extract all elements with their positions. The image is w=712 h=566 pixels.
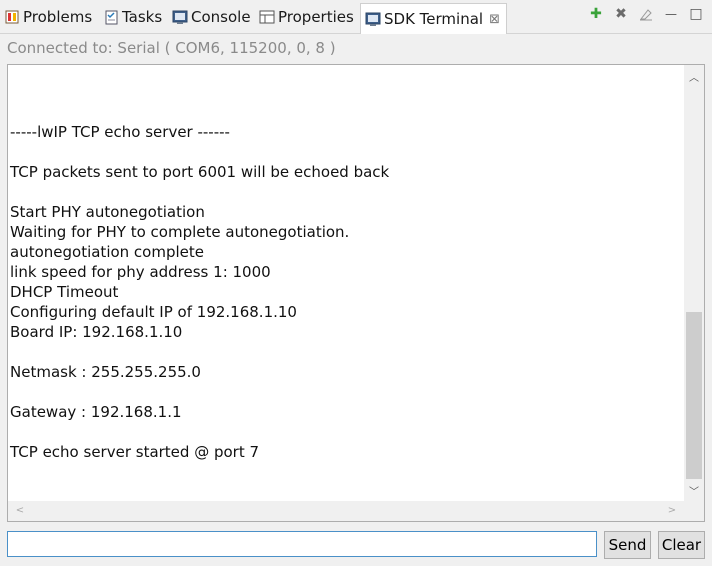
scroll-up-icon[interactable]: ︿ [684, 69, 704, 84]
terminal-line: Waiting for PHY to complete autonegotiat… [10, 223, 350, 241]
terminal-line: autonegotiation complete [10, 243, 204, 261]
terminal-line: Configuring default IP of 192.168.1.10 [10, 303, 297, 321]
maximize-icon[interactable]: □ [688, 6, 704, 22]
terminal-line: TCP echo server started @ port 7 [10, 443, 260, 461]
view-tab-bar: Problems Tasks Console Properties SDK Te… [0, 0, 712, 34]
scrollbar-corner [684, 501, 704, 521]
close-tab-icon[interactable]: ⊠ [489, 12, 500, 27]
command-input[interactable] [7, 531, 597, 557]
scroll-right-icon[interactable]: > [662, 505, 682, 516]
terminal-line: Board IP: 192.168.1.10 [10, 323, 183, 341]
tab-sdk-terminal[interactable]: SDK Terminal ⊠ [360, 3, 507, 34]
terminal-line: Netmask : 255.255.255.0 [10, 363, 201, 381]
clear-button[interactable]: Clear [658, 531, 705, 559]
terminal-line: -----lwIP TCP echo server ------ [10, 123, 230, 141]
view-toolbar: ✚ ✖ — □ [588, 6, 704, 22]
minimize-icon[interactable]: — [663, 6, 679, 22]
horizontal-scrollbar[interactable]: < > [8, 501, 684, 521]
terminal-output-panel: -----lwIP TCP echo server ------ TCP pack… [7, 64, 705, 522]
tab-label: Problems [23, 8, 93, 26]
scrollbar-thumb[interactable] [686, 312, 702, 479]
clear-terminal-icon[interactable] [638, 6, 654, 22]
connection-status: Connected to: Serial ( COM6, 115200, 0, … [7, 39, 336, 57]
problems-icon [4, 9, 20, 25]
terminal-line: Start PHY autonegotiation [10, 203, 205, 221]
tasks-icon [103, 9, 119, 25]
scroll-down-icon[interactable]: ﹀ [684, 483, 704, 498]
terminal-output-text: -----lwIP TCP echo server ------ TCP pack… [10, 122, 682, 462]
terminal-line: Gateway : 192.168.1.1 [10, 403, 182, 421]
console-icon [172, 9, 188, 25]
tab-tasks[interactable]: Tasks [103, 3, 162, 31]
tab-label: SDK Terminal [384, 10, 484, 28]
tab-properties[interactable]: Properties [259, 3, 354, 31]
terminal-icon [365, 11, 381, 27]
vertical-scrollbar[interactable]: ︿ ﹀ [684, 65, 704, 502]
tab-label: Tasks [122, 8, 163, 26]
disconnect-icon[interactable]: ✖ [613, 6, 629, 22]
scroll-left-icon[interactable]: < [10, 505, 30, 516]
terminal-line: TCP packets sent to port 6001 will be ec… [10, 163, 390, 181]
tab-console[interactable]: Console [172, 3, 251, 31]
tab-label: Properties [278, 8, 354, 26]
terminal-line: link speed for phy address 1: 1000 [10, 263, 271, 281]
tab-problems[interactable]: Problems [4, 3, 92, 31]
add-connection-icon[interactable]: ✚ [588, 6, 604, 22]
tab-label: Console [191, 8, 251, 26]
send-button[interactable]: Send [604, 531, 651, 559]
terminal-line: DHCP Timeout [10, 283, 119, 301]
properties-icon [259, 9, 275, 25]
